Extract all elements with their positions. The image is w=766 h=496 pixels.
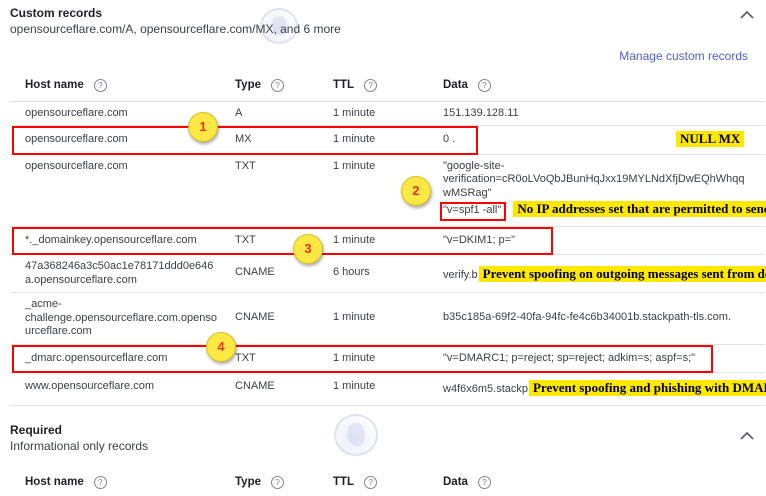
annotation-dmarc-callout: Prevent spoofing and phishing with DMARC [529,380,766,396]
required-records-table: Host name? Type? TTL? Data? opensourcefl… [10,468,765,496]
annotation-marker-4: 4 [206,332,236,362]
annotation-red-box-spf: "v=spf1 -all" [440,202,506,221]
type-cell: A [235,107,333,121]
help-icon[interactable]: ? [364,79,377,92]
ttl-cell: 1 minute [333,380,443,394]
host-cell: _dmarc.opensourceflare.com [25,352,235,366]
host-cell: opensourceflare.com [25,160,235,174]
type-cell: MX [235,133,333,147]
section-subtitle: Informational only records [10,438,766,454]
manage-custom-records-link[interactable]: Manage custom records [619,49,748,63]
column-header-hostname: Host name [25,79,84,93]
host-cell: _acme- challenge.opensourceflare.com.ope… [25,298,235,339]
section-title: Required [10,423,766,438]
section-title: Custom records [10,6,766,21]
annotation-spf-callout: No IP addresses set that are permitted t… [513,201,766,217]
help-icon[interactable]: ? [94,79,107,92]
table-row: opensourceflare.com TXT 1 minute "google… [10,155,765,227]
help-icon[interactable]: ? [478,79,491,92]
custom-records-section: Custom records opensourceflare.com/A, op… [10,6,766,406]
column-header-ttl: TTL [333,476,354,490]
ttl-cell: 1 minute [333,298,443,325]
data-cell: "google-site- verification=cR0oLVoQbJBun… [443,160,766,221]
type-cell: TXT [235,160,333,174]
data-cell: verify.bPrevent spoofing on outgoing mes… [443,260,766,283]
section-subtitle: opensourceflare.com/A, opensourceflare.c… [10,21,766,37]
table-row: opensourceflare.com A 1 minute 151.139.1… [10,102,765,127]
type-cell: CNAME [235,380,333,394]
column-header-data: Data [443,476,468,490]
table-row: _dmarc.opensourceflare.com TXT 1 minute … [10,345,765,374]
help-icon[interactable]: ? [94,476,107,489]
type-cell: CNAME [235,260,333,280]
chevron-up-icon[interactable] [740,431,754,440]
dns-records-page: Custom records opensourceflare.com/A, op… [0,0,766,496]
annotation-null-mx: NULL MX [676,131,744,147]
ttl-cell: 1 minute [333,107,443,121]
data-value: w4f6x6m5.stackp [443,383,528,395]
help-icon[interactable]: ? [271,476,284,489]
ttl-cell: 1 minute [333,160,443,174]
data-cell: 151.139.128.11 [443,107,765,121]
annotation-dkim-callout: Prevent spoofing on outgoing messages se… [479,266,766,282]
ttl-cell: 1 minute [333,133,443,147]
chevron-up-icon[interactable] [740,10,754,19]
column-header-data: Data [443,79,468,93]
data-cell: "v=DKIM1; p=" [443,234,765,248]
data-cell: "v=DMARC1; p=reject; sp=reject; adkim=s;… [443,352,765,366]
host-cell: *._domainkey.opensourceflare.com [25,234,235,248]
type-cell: CNAME [235,298,333,325]
table-row: *._domainkey.opensourceflare.com TXT 1 m… [10,227,765,256]
data-cell: b35c185a-69f2-40fa-94fc-fe4c6b34001b.sta… [443,298,765,325]
column-header-type: Type [235,79,261,93]
table-row: opensourceflare.com MX 1 minute 0 . 1 NU… [10,126,765,155]
help-icon[interactable]: ? [271,79,284,92]
host-cell: www.opensourceflare.com [25,380,235,394]
table-header-row: Host name? Type? TTL? Data? [10,468,765,496]
ttl-cell: 1 minute [333,234,443,248]
txt-value-site-verification: "google-site- verification=cR0oLVoQbJBun… [443,160,766,201]
ttl-cell: 1 minute [333,352,443,366]
table-header-row: Host name? Type? TTL? Data? [10,71,765,102]
type-cell: TXT [235,352,333,366]
required-records-section: Required Informational only records Host… [10,423,766,496]
column-header-hostname: Host name [25,476,84,490]
table-row: _acme- challenge.opensourceflare.com.ope… [10,293,765,345]
data-cell: w4f6x6m5.stackpPrevent spoofing and phis… [443,380,766,397]
host-cell: 47a368246a3c50ac1e78171ddd0e646 a.openso… [25,260,235,287]
annotation-marker-2: 2 [401,176,431,206]
column-header-type: Type [235,476,261,490]
ttl-cell: 6 hours [333,260,443,280]
annotation-marker-1: 1 [188,112,218,142]
column-header-ttl: TTL [333,79,354,93]
table-row: www.opensourceflare.com CNAME 1 minute w… [10,373,765,406]
table-row: 47a368246a3c50ac1e78171ddd0e646 a.openso… [10,255,765,293]
help-icon[interactable]: ? [478,476,491,489]
help-icon[interactable]: ? [364,476,377,489]
data-value: verify.b [443,269,478,281]
custom-records-table: Host name? Type? TTL? Data? opensourcefl… [10,71,765,406]
